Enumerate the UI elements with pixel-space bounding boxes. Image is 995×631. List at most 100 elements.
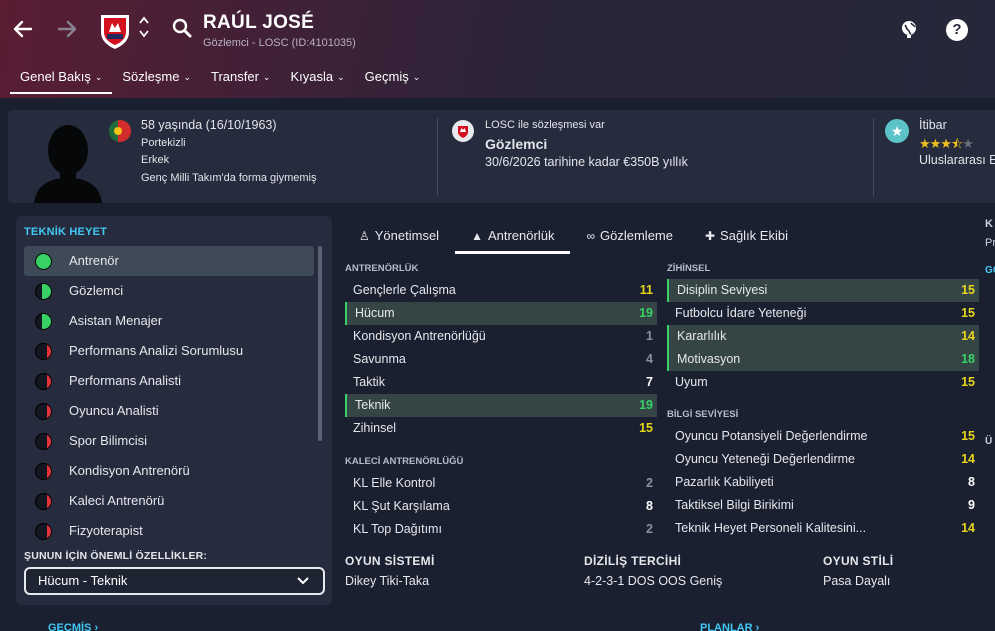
attribute-row[interactable]: Oyuncu Yeteneği Değerlendirme 14	[667, 448, 979, 471]
staff-item[interactable]: Asistan Menajer	[24, 306, 314, 336]
staff-item[interactable]: Performans Analizi Sorumlusu	[24, 336, 314, 366]
formation-label: DİZİLİŞ TERCİHİ	[584, 554, 682, 568]
club-badge-icon[interactable]	[98, 12, 132, 50]
rating-dot-icon	[35, 343, 52, 360]
help-icon[interactable]: ?	[946, 19, 968, 41]
key-attributes-dropdown[interactable]: Hücum - Teknik	[24, 567, 325, 595]
search-icon[interactable]	[171, 17, 193, 39]
attribute-row[interactable]: Taktiksel Bilgi Birikimi 9	[667, 494, 979, 517]
staff-panel: TEKNİK HEYET Antrenör Gözlemci Asistan Men…	[16, 216, 332, 605]
menu-history[interactable]: Geçmiş ⌄	[355, 64, 431, 94]
tab-coaching[interactable]: ▲ Antrenörlük	[455, 220, 571, 254]
menu-transfer[interactable]: Transfer ⌄	[201, 64, 280, 94]
attribute-value: 14	[961, 452, 975, 466]
attribute-value: 14	[961, 521, 975, 535]
staff-item-label: Spor Bilimcisi	[69, 433, 148, 448]
staff-item[interactable]: Gözlemci	[24, 276, 314, 306]
system-label: OYUN SİSTEMİ	[345, 554, 435, 568]
attribute-row[interactable]: Pazarlık Kabiliyeti 8	[667, 471, 979, 494]
formation-value: 4-2-3-1 DOS OOS Geniş	[584, 574, 723, 588]
plans-section-link[interactable]: PLANLAR ›	[700, 622, 759, 631]
staff-item-label: Antrenör	[69, 253, 119, 268]
attribute-label: Savunma	[353, 352, 406, 366]
attribute-label: Gençlerle Çalışma	[353, 283, 456, 297]
attribute-label: Hücum	[355, 306, 395, 320]
contract-details: LOSC ile sözleşmesi var Gözlemci 30/6/20…	[485, 117, 688, 171]
globe-icon[interactable]	[899, 19, 919, 39]
attribute-row[interactable]: KL Top Dağıtımı 2	[345, 518, 657, 541]
staff-item[interactable]: Oyuncu Analisti	[24, 396, 314, 426]
clipped-text: GÖ	[985, 265, 995, 276]
attribute-row[interactable]: Kondisyon Antrenörlüğü 1	[345, 325, 657, 348]
attribute-row[interactable]: Taktik 7	[345, 371, 657, 394]
history-section-link[interactable]: GEÇMİŞ ›	[48, 622, 98, 631]
tab-label: Antrenörlük	[487, 228, 555, 243]
staff-item[interactable]: Fizyoterapist	[24, 516, 314, 546]
staff-item[interactable]: Kaleci Antrenörü	[24, 486, 314, 516]
staff-item[interactable]: Performans Analisti	[24, 366, 314, 396]
chevron-down-icon: ⌄	[183, 72, 191, 82]
attribute-row[interactable]: Motivasyon 18	[667, 348, 979, 371]
attribute-row[interactable]: KL Şut Karşılama 8	[345, 495, 657, 518]
attribute-row[interactable]: KL Elle Kontrol 2	[345, 472, 657, 495]
chevron-down-icon: ⌄	[262, 72, 271, 82]
staff-item-label: Kondisyon Antrenörü	[69, 463, 190, 478]
attribute-value: 11	[639, 283, 653, 297]
contract-club-icon	[452, 120, 474, 142]
staff-item[interactable]: Kondisyon Antrenörü	[24, 456, 314, 486]
reputation-stars: ★★★⯪★	[919, 135, 974, 151]
attribute-label: Motivasyon	[677, 352, 741, 366]
attribute-value: 15	[961, 283, 975, 297]
attribute-row[interactable]: Futbolcu İdare Yeteneği 15	[667, 302, 979, 325]
attribute-row[interactable]: Hücum 19	[345, 302, 657, 325]
attribute-label: Kararlılık	[677, 329, 727, 343]
tab-label: Gözlemleme	[600, 228, 673, 243]
contract-terms: 30/6/2026 tarihine kadar €350B yıllık	[485, 154, 688, 169]
attribute-row[interactable]: Savunma 4	[345, 348, 657, 371]
reputation-details: İtibar ★★★⯪★ Uluslararası E	[919, 117, 995, 170]
club-switch-chevrons-icon[interactable]	[137, 14, 151, 44]
attribute-value: 18	[961, 352, 975, 366]
forward-arrow-icon[interactable]	[54, 16, 80, 42]
tab-medical[interactable]: ✚ Sağlık Ekibi	[689, 220, 804, 254]
attribute-label: Taktiksel Bilgi Birikimi	[675, 498, 794, 512]
rating-dot-icon	[35, 433, 52, 450]
attribute-label: Oyuncu Yeteneği Değerlendirme	[675, 452, 855, 466]
attribute-label: Oyuncu Potansiyeli Değerlendirme	[675, 429, 868, 443]
attribute-label: Pazarlık Kabiliyeti	[675, 475, 774, 489]
staff-item[interactable]: Spor Bilimcisi	[24, 426, 314, 456]
attribute-label: Teknik	[355, 398, 391, 412]
rating-dot-icon	[35, 313, 52, 330]
attribute-row[interactable]: Oyuncu Potansiyeli Değerlendirme 15	[667, 425, 979, 448]
profile-strip: 58 yaşında (16/10/1963) Portekizli Erkek…	[8, 110, 995, 203]
age-text: 58 yaşında (16/10/1963)	[141, 118, 277, 132]
attribute-row[interactable]: Disiplin Seviyesi 15	[667, 279, 979, 302]
attribute-row[interactable]: Zihinsel 15	[345, 417, 657, 440]
menu-overview[interactable]: Genel Bakış ⌄	[10, 64, 113, 94]
attribute-row[interactable]: Kararlılık 14	[667, 325, 979, 348]
gender-text: Erkek	[141, 154, 170, 166]
attribute-label: Taktik	[353, 375, 385, 389]
attribute-value: 19	[639, 306, 653, 320]
tab-scouting[interactable]: ∞ Gözlemleme	[570, 220, 689, 254]
attribute-value: 2	[646, 522, 653, 536]
contract-line: LOSC ile sözleşmesi var	[485, 119, 605, 131]
attribute-row[interactable]: Teknik 19	[345, 394, 657, 417]
staff-item[interactable]: Antrenör	[24, 246, 314, 276]
menu-compare[interactable]: Kıyasla ⌄	[280, 64, 354, 94]
rating-dot-icon	[35, 283, 52, 300]
attribute-value: 14	[961, 329, 975, 343]
attribute-label: KL Elle Kontrol	[353, 476, 436, 490]
menu-contract[interactable]: Sözleşme ⌄	[112, 64, 201, 94]
reputation-label: İtibar	[919, 118, 947, 132]
staff-item-label: Asistan Menajer	[69, 313, 163, 328]
attribute-row[interactable]: Gençlerle Çalışma 11	[345, 279, 657, 302]
attribute-row[interactable]: Teknik Heyet Personeli Kalitesini... 14	[667, 517, 979, 540]
tab-management[interactable]: ♙ Yönetimsel	[343, 220, 455, 254]
staff-item-label: Fizyoterapist	[69, 523, 143, 538]
attribute-value: 8	[646, 499, 653, 513]
back-arrow-icon[interactable]	[10, 16, 36, 42]
attribute-value: 7	[646, 375, 653, 389]
staff-scrollbar[interactable]	[318, 246, 322, 441]
attribute-row[interactable]: Uyum 15	[667, 371, 979, 394]
